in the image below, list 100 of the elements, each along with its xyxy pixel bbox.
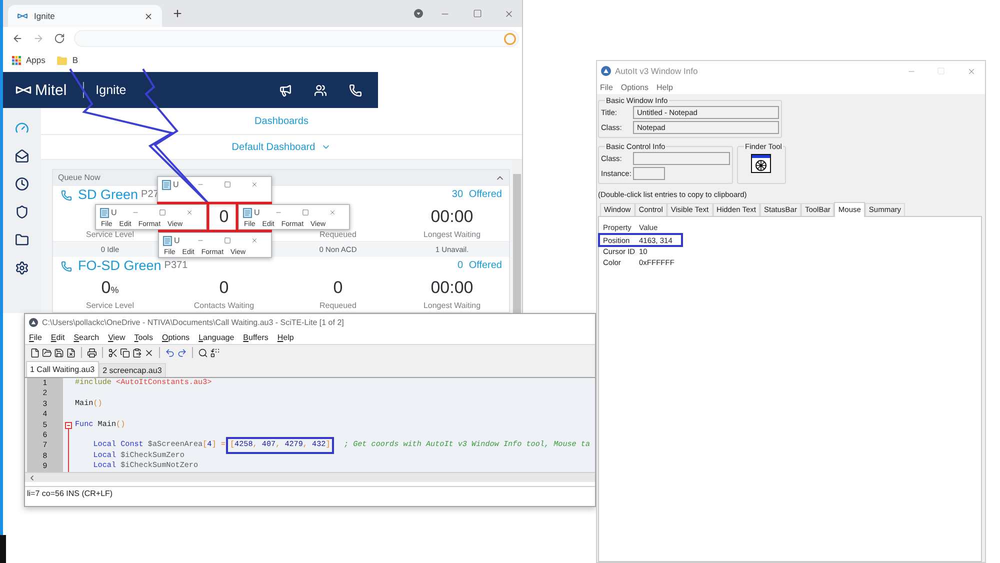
browser-tab[interactable]: Ignite <box>8 5 162 27</box>
metric-value: 0 <box>333 278 343 296</box>
menu-item[interactable]: Search <box>74 334 100 342</box>
page-title: Dashboards <box>254 114 308 128</box>
menu-item[interactable]: Options <box>162 334 190 342</box>
bowtie-logo-icon <box>15 85 32 95</box>
scissors-icon[interactable] <box>108 348 118 358</box>
clipboard-icon[interactable] <box>132 348 142 358</box>
reload-icon[interactable] <box>54 33 65 44</box>
folder-icon[interactable] <box>15 233 29 247</box>
menu-item[interactable]: Edit <box>50 334 65 342</box>
queue-name: SD Green <box>78 188 138 202</box>
scrollbar-thumb[interactable] <box>513 174 521 313</box>
clock-icon[interactable] <box>15 177 29 191</box>
file-icon[interactable] <box>30 348 40 358</box>
menu-item[interactable]: Language <box>198 334 234 342</box>
undo-icon[interactable] <box>165 348 175 358</box>
down-triangle-circle-icon[interactable] <box>414 9 423 18</box>
text-field[interactable] <box>633 152 730 165</box>
x-icon[interactable] <box>144 348 154 358</box>
metric-label: Longest Waiting <box>423 230 481 238</box>
brand-name: Mitel <box>35 82 67 98</box>
offered-count: 0 Offered <box>457 261 502 271</box>
status-text: li=7 co=56 INS (CR+LF) <box>27 490 113 498</box>
maximize-icon[interactable] <box>473 9 482 18</box>
file-tab[interactable]: 2 screencap.au3 <box>98 363 166 377</box>
maximize-icon[interactable] <box>224 237 231 244</box>
folder-open-icon[interactable] <box>42 348 52 358</box>
document-icon <box>162 180 171 190</box>
phone-icon <box>61 190 72 200</box>
menu-item[interactable]: View <box>108 334 126 342</box>
redo-icon[interactable] <box>177 348 187 358</box>
menu-item[interactable]: Buffers <box>243 334 268 342</box>
menu-item[interactable]: Help <box>656 84 673 92</box>
settings-icon[interactable] <box>15 261 29 275</box>
bowtie-logo-icon <box>17 13 28 19</box>
window-wheel-icon[interactable] <box>751 154 772 173</box>
window-title: U <box>173 180 179 188</box>
users-icon[interactable] <box>314 84 327 96</box>
apps-grid-icon <box>12 56 21 64</box>
folder-icon <box>57 56 68 64</box>
close-icon[interactable] <box>251 181 258 188</box>
close-icon[interactable] <box>251 237 258 244</box>
copy-icon[interactable] <box>120 348 130 358</box>
window-title: C:\Users\pollackc\OneDrive - NTIVA\Documents\Call Waiting.au3 - SciTE-Lite [1 of 2] <box>42 318 344 326</box>
circle-logo-icon <box>601 66 611 76</box>
maximize-icon[interactable] <box>224 181 231 188</box>
metric-label: Service Level <box>86 302 134 310</box>
printer-icon[interactable] <box>87 348 97 358</box>
panel-title: Queue Now <box>58 174 100 182</box>
document-icon <box>163 236 172 246</box>
close-icon[interactable] <box>329 209 336 216</box>
offered-count: 30 Offered <box>452 190 502 200</box>
document-icon <box>100 208 109 218</box>
window-title: U <box>254 208 260 216</box>
window-title: U <box>111 208 117 216</box>
menu-item[interactable]: Tools <box>134 334 153 342</box>
bookmark[interactable]: B <box>57 54 78 66</box>
metric-value: 0 <box>219 208 229 224</box>
metric-label: Requeued <box>320 302 356 310</box>
menu-item[interactable]: Options <box>620 84 648 92</box>
metric-label: Service Level <box>86 230 134 238</box>
phone-icon[interactable] <box>349 84 362 96</box>
back-icon[interactable] <box>12 33 23 44</box>
fold-minus-icon[interactable] <box>64 422 72 429</box>
queue-code: P371 <box>164 261 188 271</box>
shield-icon[interactable] <box>15 205 29 219</box>
address-field[interactable] <box>74 30 519 47</box>
text-field[interactable] <box>633 167 665 180</box>
maximize-icon[interactable] <box>302 209 309 216</box>
bookmark[interactable]: Apps <box>12 54 46 66</box>
close-tab-icon[interactable] <box>144 12 153 20</box>
metric-label: Contacts Waiting <box>194 302 254 310</box>
metric-value: 0 <box>219 278 229 296</box>
maximize-icon[interactable] <box>159 209 166 216</box>
menu-item[interactable]: Help <box>277 334 294 342</box>
file-x-icon[interactable] <box>66 348 76 358</box>
metric-value: 00:00 <box>430 278 474 296</box>
close-icon[interactable] <box>186 209 193 216</box>
phone-icon <box>61 260 72 272</box>
product-name: Ignite <box>96 84 126 96</box>
metric-value: 00:00 <box>430 208 474 224</box>
close-icon[interactable] <box>504 8 514 18</box>
mail-open-icon[interactable] <box>15 149 29 163</box>
window-title: AutoIt v3 Window Info <box>615 66 698 76</box>
gauge-icon[interactable] <box>15 121 29 135</box>
search-icon[interactable] <box>198 348 208 358</box>
queue-name: FO-SD Green <box>78 259 162 273</box>
metric-label: Requeued <box>320 230 356 238</box>
circle-logo-icon <box>29 318 38 327</box>
file-tab[interactable]: 1 Call Waiting.au3 <box>26 361 99 377</box>
menu-item[interactable]: File <box>600 84 613 92</box>
document-icon <box>243 208 252 218</box>
close-icon[interactable] <box>967 66 976 76</box>
megaphone-icon[interactable] <box>279 84 292 96</box>
save-icon[interactable] <box>54 348 64 358</box>
taskbar-corner <box>0 535 6 563</box>
plus-icon[interactable] <box>172 8 183 19</box>
scroll-left-icon[interactable] <box>28 474 36 482</box>
menu-item[interactable]: File <box>29 334 42 342</box>
